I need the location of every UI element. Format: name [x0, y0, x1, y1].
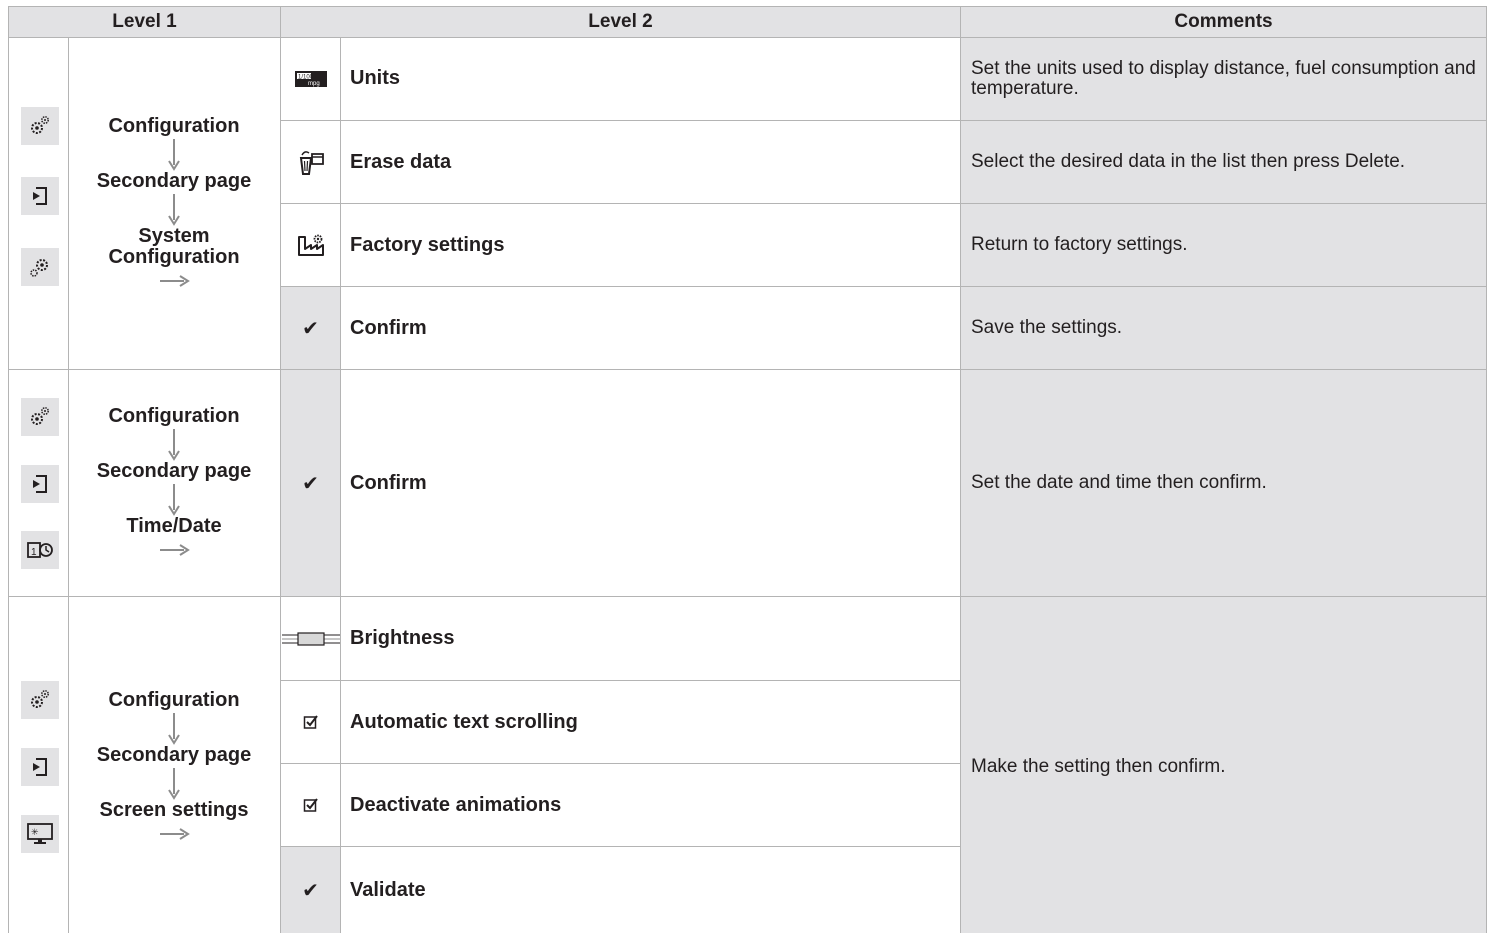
units-mpg-icon: 1/100 mpg: [281, 37, 340, 120]
level2-erase-data: Erase data: [350, 150, 452, 173]
check-glyph: ✔: [302, 317, 319, 340]
header-level2: Level 2: [588, 11, 653, 32]
comment-erase-data: Select the desired data in the list then…: [971, 151, 1406, 172]
path-step-secondary-page: Secondary page: [96, 460, 252, 482]
level2-confirm: Confirm: [350, 316, 427, 339]
comment-units: Set the units used to display distance, …: [971, 57, 1476, 99]
erase-data-icon: [281, 121, 340, 203]
arrow-down-icon: [168, 429, 180, 461]
gear-cog-icon: [21, 107, 59, 145]
path-step-configuration: Configuration: [108, 689, 240, 711]
check-glyph: ✔: [302, 879, 319, 902]
path-step-secondary-page: Secondary page: [96, 744, 252, 766]
check-icon: ✔: [281, 287, 340, 369]
level2-automatic-text-scrolling: Automatic text scrolling: [350, 710, 578, 733]
path-step-time-date: Time/Date: [126, 515, 222, 537]
level2-factory-settings: Factory settings: [350, 233, 505, 256]
level1-path-system: Configuration Secondary page System Conf…: [68, 116, 280, 288]
arrow-down-icon: [168, 713, 180, 745]
level1-path-screen-settings: Configuration Secondary page Screen sett…: [68, 690, 280, 841]
screen-day-night-icon: ✳: [21, 815, 59, 853]
comment-screen-settings: Make the setting then confirm.: [971, 756, 1226, 777]
calendar-clock-icon: 1: [21, 531, 59, 569]
checkbox-icon: [281, 681, 340, 763]
svg-text:1/100: 1/100: [298, 74, 314, 80]
header-comments: Comments: [1174, 11, 1273, 32]
svg-text:✳: ✳: [31, 828, 39, 838]
path-step-system-configuration: System Configuration: [108, 225, 240, 268]
arrow-down-icon: [168, 194, 180, 226]
level2-validate: Validate: [350, 878, 426, 901]
comment-time-date: Set the date and time then confirm.: [971, 472, 1267, 493]
path-step-screen-settings: Screen settings: [99, 799, 249, 821]
factory-settings-icon: [281, 204, 340, 286]
arrow-right-icon: [160, 544, 190, 556]
svg-text:1: 1: [31, 547, 37, 558]
enter-page-icon: [21, 465, 59, 503]
system-gears-icon: [21, 248, 59, 286]
gear-cog-icon: [21, 398, 59, 436]
enter-page-icon: [21, 177, 59, 215]
path-step-configuration: Configuration: [108, 405, 240, 427]
comment-confirm: Save the settings.: [971, 317, 1123, 338]
level2-brightness: Brightness: [350, 627, 455, 649]
comment-factory-settings: Return to factory settings.: [971, 234, 1188, 255]
arrow-down-icon: [168, 139, 180, 171]
check-icon: ✔: [281, 847, 340, 933]
arrow-down-icon: [168, 768, 180, 800]
check-glyph: ✔: [302, 472, 319, 495]
level2-deactivate-animations: Deactivate animations: [350, 793, 562, 816]
level2-units: Units: [350, 67, 400, 89]
checkbox-icon: [281, 764, 340, 846]
path-step-secondary-page: Secondary page: [96, 170, 252, 192]
level1-path-time-date: Configuration Secondary page Time/Date: [68, 406, 280, 557]
svg-text:mpg: mpg: [308, 81, 320, 87]
header-level1: Level 1: [112, 11, 177, 32]
path-step-configuration: Configuration: [108, 115, 240, 137]
arrow-down-icon: [168, 484, 180, 516]
gear-cog-icon: [21, 681, 59, 719]
arrow-right-icon: [160, 828, 190, 840]
brightness-slider-icon: [281, 597, 340, 680]
check-icon: ✔: [281, 370, 340, 596]
enter-page-icon: [21, 748, 59, 786]
level2-confirm: Confirm: [350, 471, 427, 494]
arrow-right-icon: [160, 275, 190, 287]
